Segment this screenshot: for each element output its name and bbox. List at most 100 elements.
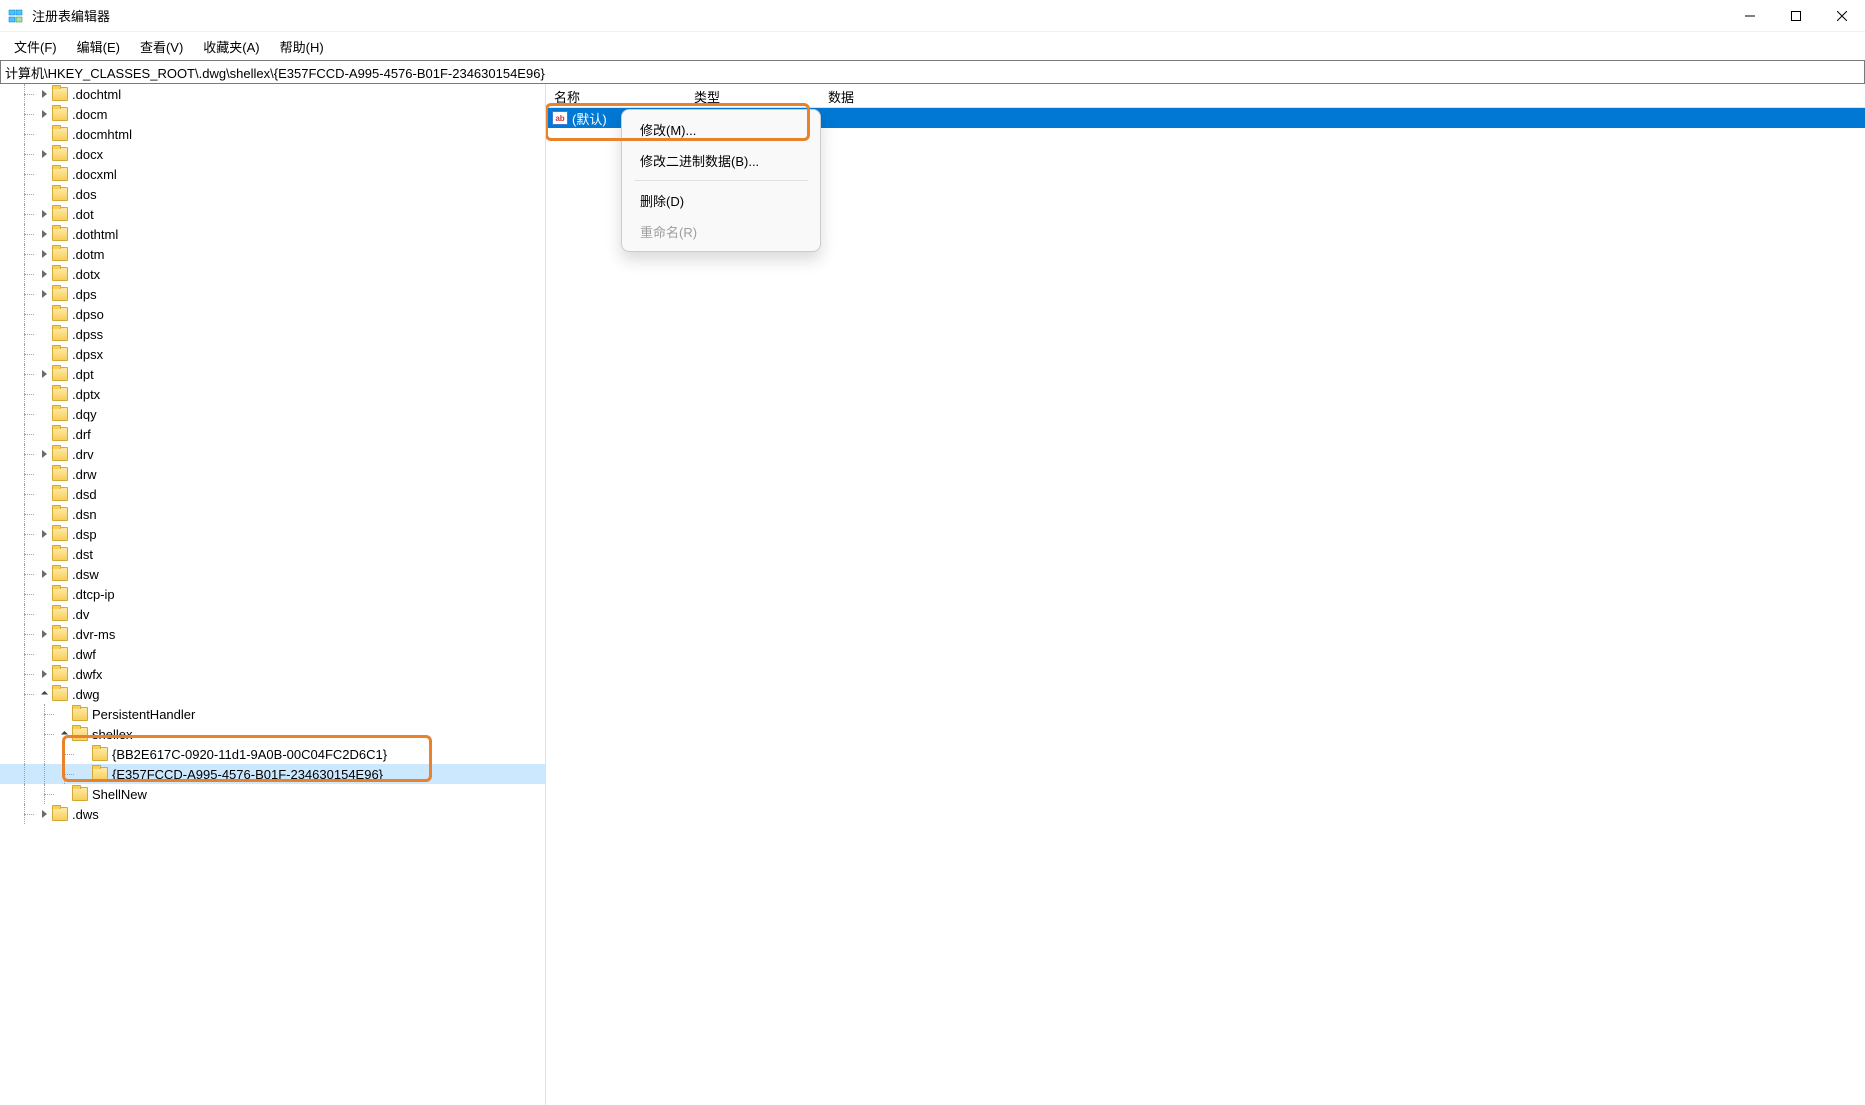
tree-item[interactable]: .dptx xyxy=(0,384,545,404)
expand-icon xyxy=(36,466,52,482)
tree-item[interactable]: .dtcp-ip xyxy=(0,584,545,604)
tree-label: .drw xyxy=(72,467,97,482)
tree-item[interactable]: .docxml xyxy=(0,164,545,184)
expand-icon[interactable] xyxy=(56,726,72,742)
maximize-button[interactable] xyxy=(1773,0,1819,32)
tree-label: .dtcp-ip xyxy=(72,587,115,602)
tree-item[interactable]: .dws xyxy=(0,804,545,824)
expand-icon xyxy=(56,786,72,802)
folder-icon xyxy=(52,487,68,501)
context-modify-binary[interactable]: 修改二进制数据(B)... xyxy=(626,145,816,176)
tree-label: .drv xyxy=(72,447,94,462)
expand-icon xyxy=(56,706,72,722)
folder-icon xyxy=(52,127,68,141)
tree-item[interactable]: .dv xyxy=(0,604,545,624)
tree-label: {E357FCCD-A995-4576-B01F-234630154E96} xyxy=(112,767,383,782)
col-name[interactable]: 名称 xyxy=(546,84,686,107)
folder-icon xyxy=(52,447,68,461)
expand-icon[interactable] xyxy=(36,86,52,102)
context-delete[interactable]: 删除(D) xyxy=(626,185,816,216)
expand-icon[interactable] xyxy=(36,566,52,582)
list-pane[interactable]: 名称 类型 数据 ab (默认) 修改(M)... 修改二进制数据(B)... 删… xyxy=(546,84,1865,1105)
context-menu: 修改(M)... 修改二进制数据(B)... 删除(D) 重命名(R) xyxy=(621,109,821,252)
tree-item[interactable]: .dsw xyxy=(0,564,545,584)
folder-icon xyxy=(52,627,68,641)
tree-label: shellex xyxy=(92,727,132,742)
tree-pane[interactable]: .dochtml.docm.docmhtml.docx.docxml.dos.d… xyxy=(0,84,546,1105)
folder-icon xyxy=(52,187,68,201)
tree-item[interactable]: shellex xyxy=(0,724,545,744)
tree-item[interactable]: .dsp xyxy=(0,524,545,544)
context-modify[interactable]: 修改(M)... xyxy=(626,114,816,145)
tree-label: .dpso xyxy=(72,307,104,322)
expand-icon[interactable] xyxy=(36,226,52,242)
tree-item[interactable]: .dwf xyxy=(0,644,545,664)
tree-item[interactable]: PersistentHandler xyxy=(0,704,545,724)
expand-icon xyxy=(36,646,52,662)
tree-item[interactable]: .drf xyxy=(0,424,545,444)
col-type[interactable]: 类型 xyxy=(686,84,820,107)
tree-item[interactable]: {E357FCCD-A995-4576-B01F-234630154E96} xyxy=(0,764,545,784)
tree-item[interactable]: .dochtml xyxy=(0,84,545,104)
tree-item[interactable]: .dst xyxy=(0,544,545,564)
tree-item[interactable]: .dos xyxy=(0,184,545,204)
string-value-icon: ab xyxy=(552,111,568,125)
expand-icon[interactable] xyxy=(36,246,52,262)
tree-item[interactable]: .dpss xyxy=(0,324,545,344)
expand-icon[interactable] xyxy=(36,446,52,462)
address-bar[interactable]: 计算机\HKEY_CLASSES_ROOT\.dwg\shellex\{E357… xyxy=(0,60,1865,84)
tree-item[interactable]: .dsd xyxy=(0,484,545,504)
tree-item[interactable]: .dothtml xyxy=(0,224,545,244)
expand-icon[interactable] xyxy=(36,146,52,162)
folder-icon xyxy=(92,747,108,761)
expand-icon xyxy=(36,306,52,322)
tree-label: .dpss xyxy=(72,327,103,342)
tree-item[interactable]: .dotm xyxy=(0,244,545,264)
tree-item[interactable]: {BB2E617C-0920-11d1-9A0B-00C04FC2D6C1} xyxy=(0,744,545,764)
tree-item[interactable]: .docmhtml xyxy=(0,124,545,144)
tree-item[interactable]: .docm xyxy=(0,104,545,124)
minimize-button[interactable] xyxy=(1727,0,1773,32)
tree-label: .docm xyxy=(72,107,107,122)
menu-favorites[interactable]: 收藏夹(A) xyxy=(193,33,269,60)
expand-icon[interactable] xyxy=(36,526,52,542)
tree-item[interactable]: .dwfx xyxy=(0,664,545,684)
tree-item[interactable]: ShellNew xyxy=(0,784,545,804)
menu-help[interactable]: 帮助(H) xyxy=(270,33,334,60)
expand-icon[interactable] xyxy=(36,626,52,642)
tree-item[interactable]: .dsn xyxy=(0,504,545,524)
tree-item[interactable]: .dpsx xyxy=(0,344,545,364)
value-name: (默认) xyxy=(572,109,607,128)
expand-icon[interactable] xyxy=(36,286,52,302)
expand-icon[interactable] xyxy=(36,666,52,682)
tree-item[interactable]: .docx xyxy=(0,144,545,164)
expand-icon[interactable] xyxy=(36,206,52,222)
folder-icon xyxy=(52,807,68,821)
close-button[interactable] xyxy=(1819,0,1865,32)
folder-icon xyxy=(52,587,68,601)
expand-icon[interactable] xyxy=(36,366,52,382)
menu-file[interactable]: 文件(F) xyxy=(4,33,67,60)
tree-item[interactable]: .dwg xyxy=(0,684,545,704)
tree-label: .dv xyxy=(72,607,89,622)
tree-item[interactable]: .dotx xyxy=(0,264,545,284)
tree-item[interactable]: .drv xyxy=(0,444,545,464)
menu-edit[interactable]: 编辑(E) xyxy=(67,33,130,60)
tree-item[interactable]: .dpso xyxy=(0,304,545,324)
menu-view[interactable]: 查看(V) xyxy=(130,33,193,60)
tree-item[interactable]: .dvr-ms xyxy=(0,624,545,644)
expand-icon[interactable] xyxy=(36,106,52,122)
tree-item[interactable]: .drw xyxy=(0,464,545,484)
tree-label: .dvr-ms xyxy=(72,627,115,642)
tree-item[interactable]: .dps xyxy=(0,284,545,304)
expand-icon[interactable] xyxy=(36,686,52,702)
expand-icon xyxy=(36,606,52,622)
expand-icon[interactable] xyxy=(36,266,52,282)
main-content: .dochtml.docm.docmhtml.docx.docxml.dos.d… xyxy=(0,84,1865,1105)
tree-item[interactable]: .dot xyxy=(0,204,545,224)
expand-icon xyxy=(36,506,52,522)
tree-item[interactable]: .dpt xyxy=(0,364,545,384)
col-data[interactable]: 数据 xyxy=(820,84,1150,107)
expand-icon[interactable] xyxy=(36,806,52,822)
tree-item[interactable]: .dqy xyxy=(0,404,545,424)
